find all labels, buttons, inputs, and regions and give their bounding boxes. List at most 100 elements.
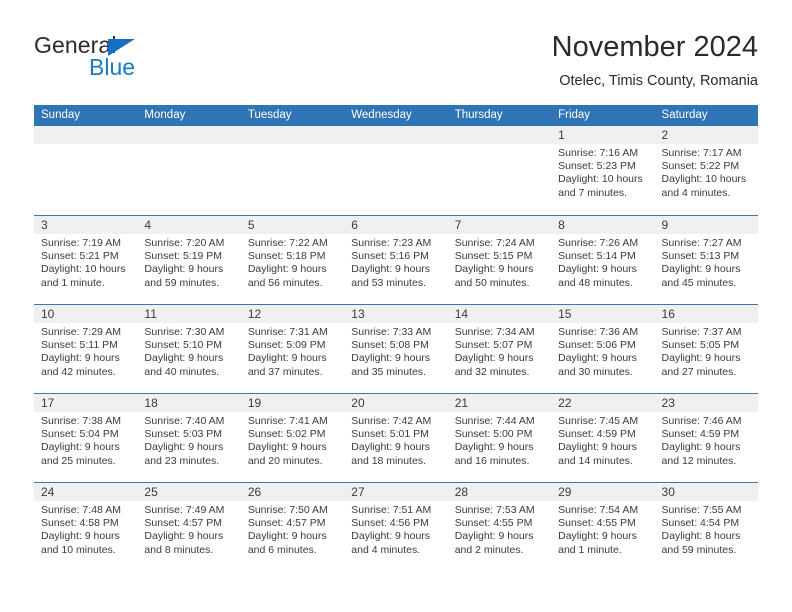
day-cell[interactable]: 22 Sunrise: 7:45 AM Sunset: 4:59 PM Dayligh… — [551, 394, 655, 482]
day-cell[interactable]: 12 Sunrise: 7:31 AM Sunset: 5:09 PM Dayligh… — [240, 305, 345, 393]
day-info: Sunrise: 7:17 AM Sunset: 5:22 PM Daylight:… — [655, 144, 758, 200]
day-info-line: Sunset: 5:23 PM — [558, 160, 636, 173]
day-info-line: and 42 minutes. — [41, 365, 116, 378]
day-cell[interactable]: 8 Sunrise: 7:26 AM Sunset: 5:14 PM Daylight… — [551, 216, 655, 304]
day-info: Sunrise: 7:30 AM Sunset: 5:10 PM Daylight:… — [137, 323, 240, 379]
date-band: 8 — [551, 216, 655, 234]
day-cell[interactable]: 7 Sunrise: 7:24 AM Sunset: 5:15 PM Daylight… — [447, 216, 552, 304]
day-cell-empty — [34, 126, 138, 215]
day-info: Sunrise: 7:40 AM Sunset: 5:03 PM Daylight:… — [137, 412, 240, 468]
day-info-line: Daylight: 9 hours — [351, 441, 431, 454]
brand-logo[interactable]: General Blue — [34, 32, 254, 92]
day-info: Sunrise: 7:53 AM Sunset: 4:55 PM Daylight:… — [448, 501, 551, 557]
day-cell[interactable]: 16 Sunrise: 7:37 AM Sunset: 5:05 PM Dayligh… — [654, 305, 758, 393]
day-info-line: Sunset: 5:00 PM — [454, 428, 533, 441]
day-cell[interactable]: 9 Sunrise: 7:27 AM Sunset: 5:13 PM Daylight… — [654, 216, 758, 304]
day-cell[interactable]: 28 Sunrise: 7:53 AM Sunset: 4:55 PM Dayligh… — [447, 483, 552, 571]
day-info: Sunrise: 7:20 AM Sunset: 5:19 PM Daylight:… — [137, 234, 240, 290]
day-info-line: Sunrise: 7:38 AM — [41, 415, 121, 427]
day-info-line: Sunset: 4:59 PM — [661, 428, 740, 441]
date-band: 19 — [240, 394, 345, 412]
day-info-line: and 2 minutes. — [454, 543, 524, 556]
date-number: 6 — [351, 218, 358, 232]
day-cell[interactable]: 19 Sunrise: 7:41 AM Sunset: 5:02 PM Dayligh… — [240, 394, 345, 482]
day-cell[interactable]: 14 Sunrise: 7:34 AM Sunset: 5:07 PM Dayligh… — [447, 305, 552, 393]
day-info-line: and 25 minutes. — [41, 454, 116, 467]
day-cell[interactable]: 30 Sunrise: 7:55 AM Sunset: 4:54 PM Dayligh… — [654, 483, 758, 571]
day-info: Sunrise: 7:49 AM Sunset: 4:57 PM Daylight:… — [137, 501, 240, 557]
day-info-line: Daylight: 9 hours — [41, 530, 120, 543]
day-info-line: Daylight: 9 hours — [454, 263, 534, 276]
day-cell[interactable]: 25 Sunrise: 7:49 AM Sunset: 4:57 PM Dayligh… — [137, 483, 241, 571]
day-cell-empty — [240, 126, 345, 215]
date-band: 15 — [551, 305, 655, 323]
day-info-line: Sunrise: 7:45 AM — [558, 415, 639, 427]
day-cell[interactable]: 23 Sunrise: 7:46 AM Sunset: 4:59 PM Dayligh… — [654, 394, 758, 482]
day-info-line: Sunset: 5:05 PM — [661, 339, 740, 352]
date-number: 3 — [41, 218, 48, 232]
day-info-line: Daylight: 10 hours — [558, 173, 643, 186]
day-info-line: Sunrise: 7:33 AM — [351, 326, 432, 338]
day-info-line: Daylight: 9 hours — [454, 352, 534, 365]
day-info-line: and 20 minutes. — [247, 454, 323, 467]
day-info-line: Daylight: 9 hours — [661, 263, 741, 276]
day-info-line: Sunset: 5:11 PM — [41, 339, 118, 352]
day-info-line: Daylight: 9 hours — [41, 352, 120, 365]
day-info: Sunrise: 7:51 AM Sunset: 4:56 PM Daylight:… — [344, 501, 447, 557]
day-info-line: Sunset: 5:01 PM — [351, 428, 429, 441]
date-band: 5 — [240, 216, 345, 234]
day-info-line: Sunrise: 7:55 AM — [661, 504, 742, 516]
day-info-line: Daylight: 9 hours — [144, 530, 224, 543]
day-cell[interactable]: 10 Sunrise: 7:29 AM Sunset: 5:11 PM Dayligh… — [34, 305, 138, 393]
day-info-line: Sunrise: 7:49 AM — [144, 504, 225, 516]
day-info-line: Sunset: 4:58 PM — [41, 517, 119, 530]
day-info-line: Sunrise: 7:40 AM — [144, 415, 225, 427]
day-cell[interactable]: 15 Sunrise: 7:36 AM Sunset: 5:06 PM Dayligh… — [551, 305, 655, 393]
day-cell[interactable]: 20 Sunrise: 7:42 AM Sunset: 5:01 PM Dayligh… — [344, 394, 448, 482]
day-info: Sunrise: 7:41 AM Sunset: 5:02 PM Daylight:… — [241, 412, 344, 468]
day-cell[interactable]: 17 Sunrise: 7:38 AM Sunset: 5:04 PM Dayligh… — [34, 394, 138, 482]
day-info-line: Sunset: 5:10 PM — [144, 339, 223, 352]
day-info-line: Sunrise: 7:41 AM — [247, 415, 328, 427]
day-info-line: and 1 minute. — [41, 276, 105, 289]
day-cell[interactable]: 24 Sunrise: 7:48 AM Sunset: 4:58 PM Dayligh… — [34, 483, 138, 571]
day-info-line: Sunset: 5:02 PM — [247, 428, 326, 441]
day-info: Sunrise: 7:44 AM Sunset: 5:00 PM Daylight:… — [448, 412, 551, 468]
day-cell[interactable]: 1 Sunrise: 7:16 AM Sunset: 5:23 PM Daylight… — [551, 126, 655, 215]
date-number: 29 — [558, 485, 572, 499]
day-cell[interactable]: 29 Sunrise: 7:54 AM Sunset: 4:55 PM Dayligh… — [551, 483, 655, 571]
day-cell-empty — [137, 126, 241, 215]
date-band: 29 — [551, 483, 655, 501]
day-cell[interactable]: 26 Sunrise: 7:50 AM Sunset: 4:57 PM Dayligh… — [240, 483, 345, 571]
day-info-line: Sunset: 4:57 PM — [247, 517, 326, 530]
date-band: 16 — [654, 305, 758, 323]
day-cell[interactable]: 13 Sunrise: 7:33 AM Sunset: 5:08 PM Dayligh… — [344, 305, 448, 393]
day-cell[interactable]: 6 Sunrise: 7:23 AM Sunset: 5:16 PM Daylight… — [344, 216, 448, 304]
day-info-line: Sunrise: 7:48 AM — [41, 504, 121, 516]
day-info-line: and 10 minutes. — [41, 543, 116, 556]
location-subtitle: Otelec, Timis County, Romania — [559, 73, 758, 89]
day-cell[interactable]: 18 Sunrise: 7:40 AM Sunset: 5:03 PM Dayligh… — [137, 394, 241, 482]
day-info-line: Sunrise: 7:51 AM — [351, 504, 432, 516]
date-number: 14 — [454, 307, 469, 321]
day-cell[interactable]: 5 Sunrise: 7:22 AM Sunset: 5:18 PM Daylight… — [240, 216, 345, 304]
day-cell[interactable]: 3 Sunrise: 7:19 AM Sunset: 5:21 PM Daylight… — [34, 216, 138, 304]
day-cell[interactable]: 27 Sunrise: 7:51 AM Sunset: 4:56 PM Dayligh… — [344, 483, 448, 571]
day-cell[interactable]: 11 Sunrise: 7:30 AM Sunset: 5:10 PM Dayligh… — [137, 305, 241, 393]
day-cell[interactable]: 2 Sunrise: 7:17 AM Sunset: 5:22 PM Daylight… — [654, 126, 758, 215]
day-info-line: Daylight: 8 hours — [661, 530, 741, 543]
day-info-line: Sunset: 4:55 PM — [558, 517, 636, 530]
day-info-line: Daylight: 9 hours — [351, 530, 431, 543]
date-number: 27 — [351, 485, 365, 499]
day-info-line: Daylight: 9 hours — [144, 352, 224, 365]
day-info: Sunrise: 7:48 AM Sunset: 4:58 PM Daylight:… — [34, 501, 137, 557]
day-info-line: Sunrise: 7:36 AM — [558, 326, 639, 338]
day-info-line: Sunrise: 7:24 AM — [454, 237, 535, 249]
day-info: Sunrise: 7:27 AM Sunset: 5:13 PM Daylight:… — [655, 234, 758, 290]
day-info-line: Sunrise: 7:37 AM — [661, 326, 742, 338]
day-info-line: Daylight: 9 hours — [558, 530, 637, 543]
day-cell[interactable]: 21 Sunrise: 7:44 AM Sunset: 5:00 PM Dayligh… — [447, 394, 552, 482]
day-cell[interactable]: 4 Sunrise: 7:20 AM Sunset: 5:19 PM Daylight… — [137, 216, 241, 304]
day-info-line: Sunset: 5:06 PM — [558, 339, 636, 352]
date-band: 7 — [447, 216, 552, 234]
